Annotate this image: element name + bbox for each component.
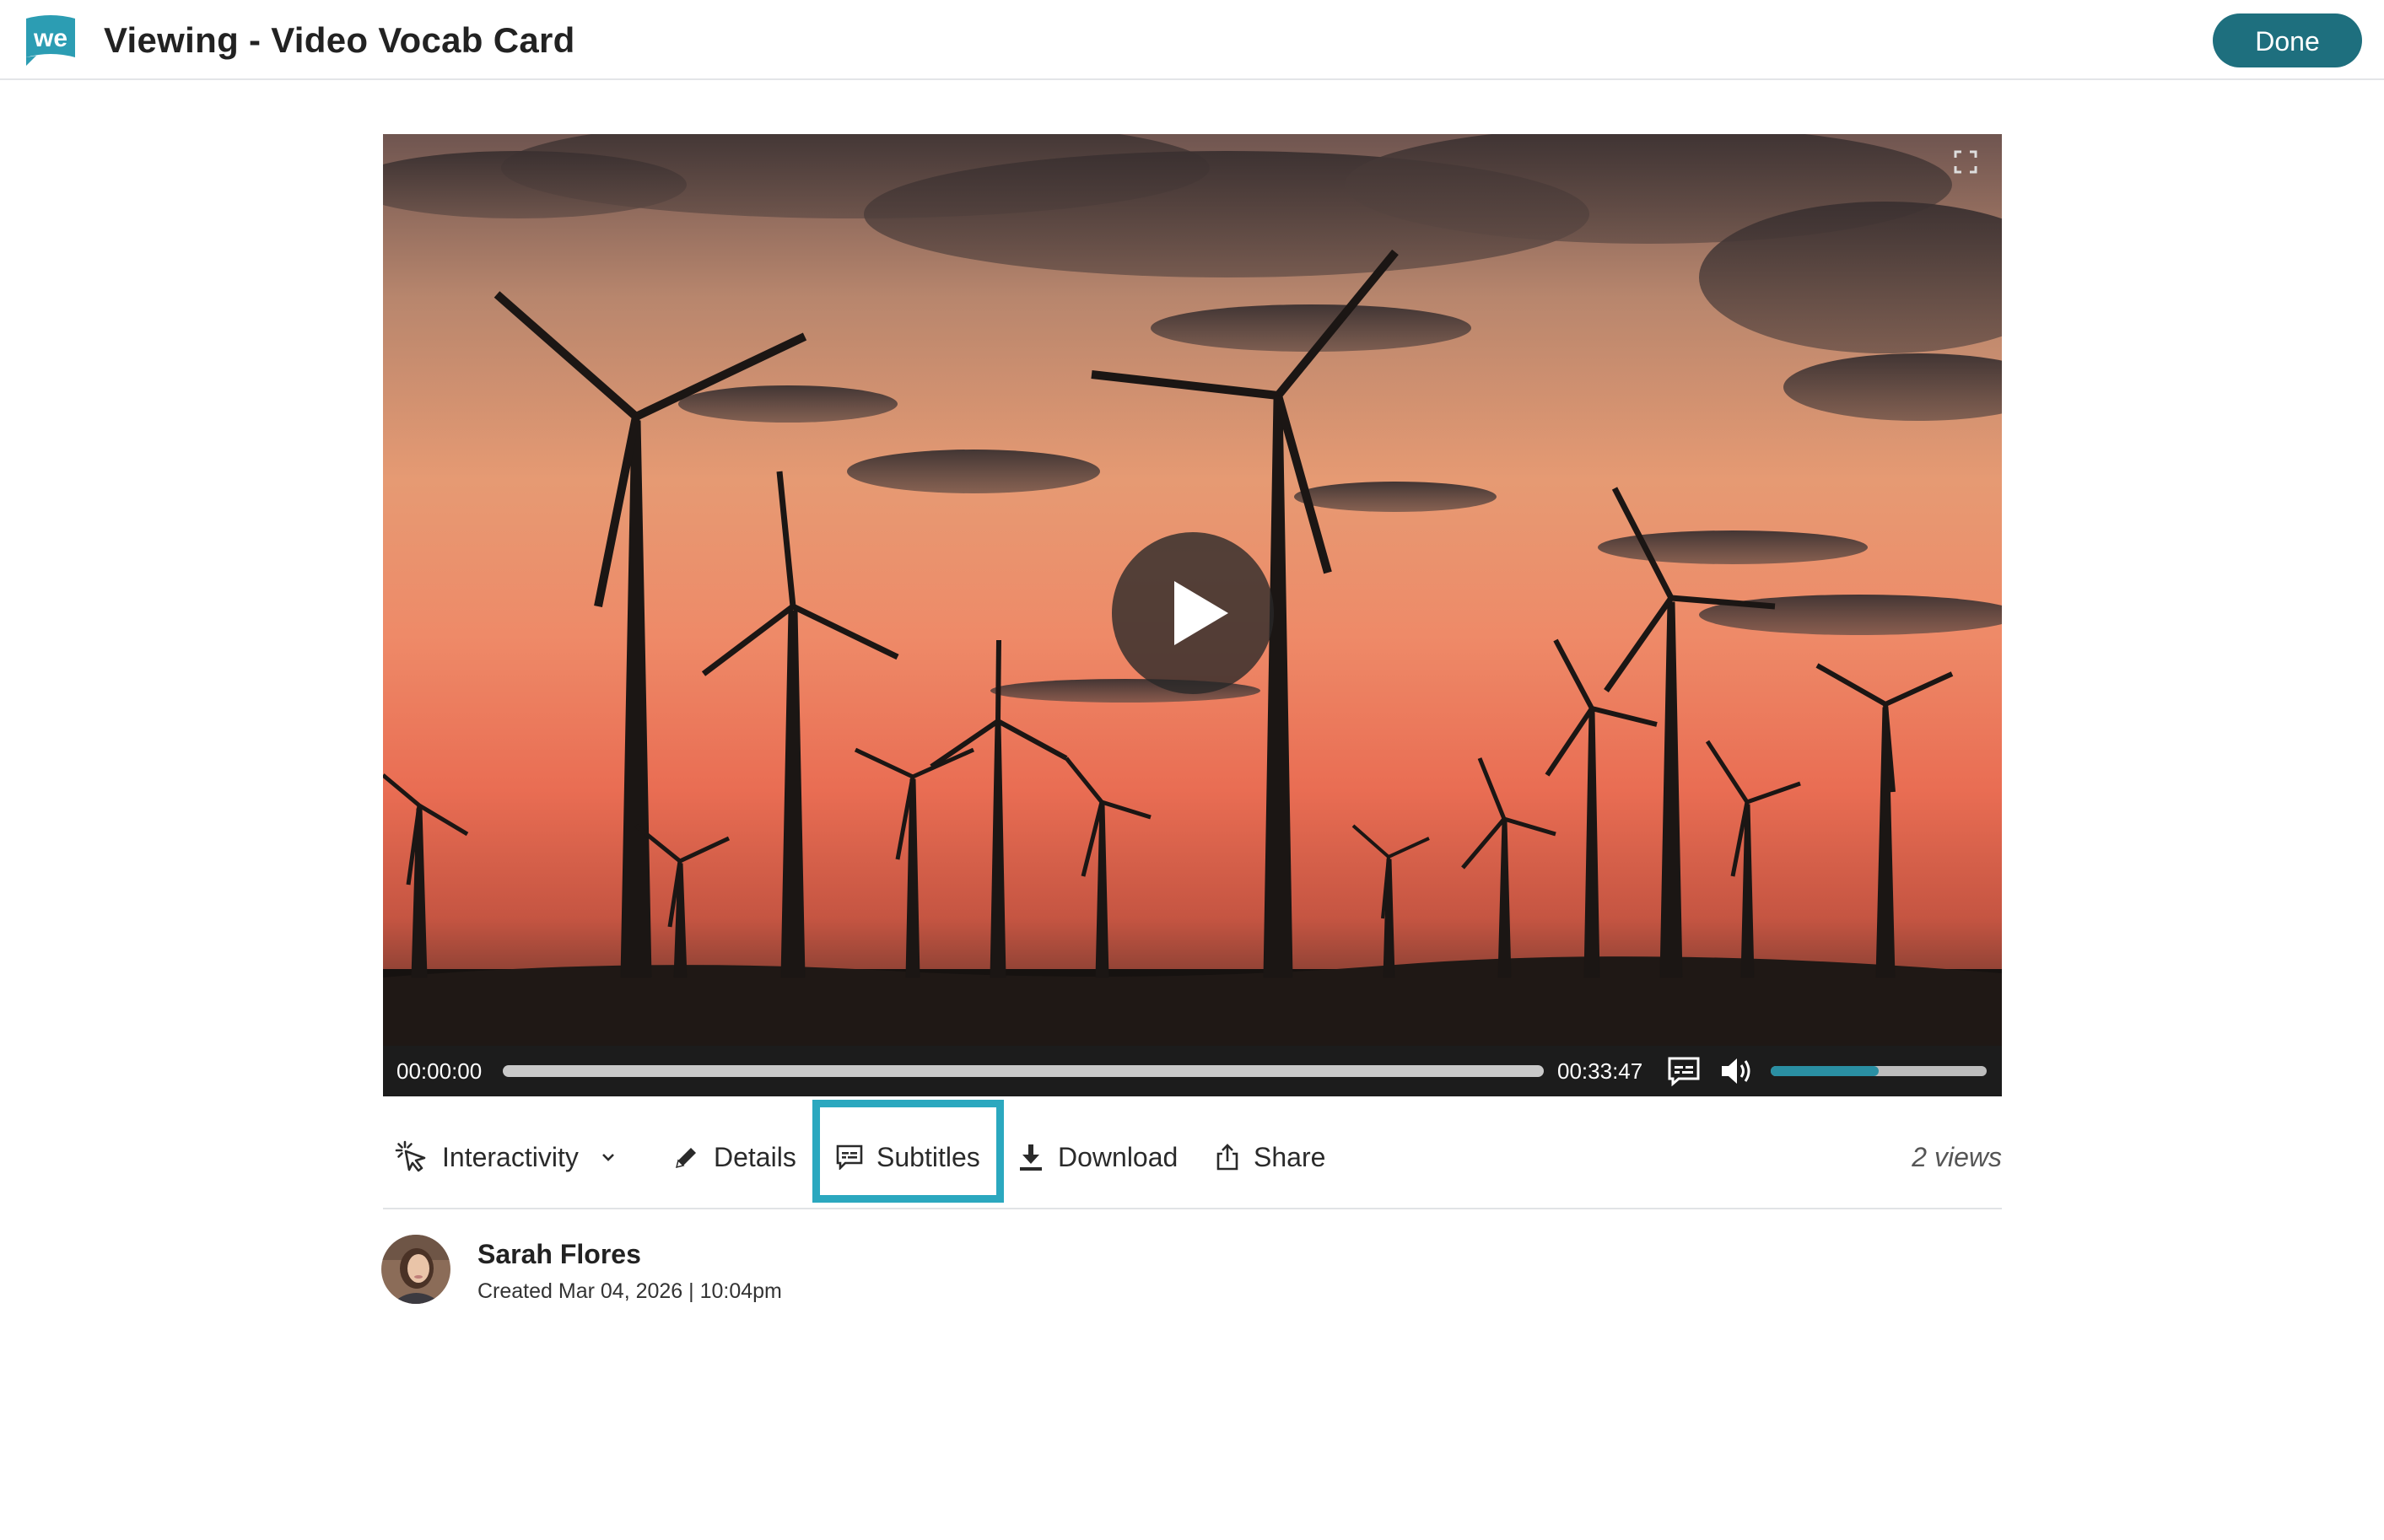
volume-level: [1771, 1066, 1879, 1076]
interactivity-dropdown[interactable]: Interactivity: [395, 1137, 616, 1177]
details-label: Details: [714, 1141, 796, 1172]
share-button[interactable]: Share: [1215, 1137, 1325, 1177]
cursor-click-icon: [395, 1140, 426, 1172]
view-count: 2 views: [1912, 1142, 2002, 1172]
done-button[interactable]: Done: [2213, 13, 2362, 67]
video-controls-bar: 00:00:00 00:33:47: [383, 1046, 2002, 1096]
logo-text: we: [33, 24, 67, 52]
subtitles-button[interactable]: Subtitles: [836, 1137, 980, 1177]
volume-icon[interactable]: [1719, 1055, 1755, 1087]
seek-bar[interactable]: [503, 1065, 1544, 1077]
current-time: 00:00:00: [396, 1058, 483, 1084]
chevron-down-icon: [601, 1154, 614, 1161]
pencil-icon: [675, 1148, 696, 1169]
divider: [383, 1208, 2002, 1209]
captions-icon[interactable]: [1667, 1056, 1701, 1086]
subtitles-icon: [836, 1144, 863, 1170]
share-icon: [1216, 1144, 1238, 1171]
fullscreen-icon[interactable]: [1953, 149, 1978, 175]
avatar[interactable]: [381, 1235, 450, 1304]
play-button[interactable]: [1112, 532, 1274, 694]
we-logo-icon[interactable]: we: [21, 13, 80, 67]
created-date: Created Mar 04, 2026 | 10:04pm: [477, 1279, 782, 1303]
subtitles-label: Subtitles: [876, 1141, 980, 1172]
author-name[interactable]: Sarah Flores: [477, 1237, 641, 1271]
details-button[interactable]: Details: [673, 1137, 796, 1177]
download-label: Download: [1058, 1141, 1179, 1172]
share-label: Share: [1254, 1141, 1326, 1172]
download-icon: [1020, 1144, 1042, 1171]
volume-slider[interactable]: [1771, 1066, 1987, 1076]
video-actions-toolbar: Interactivity Details Subtitles Download: [383, 1096, 2002, 1209]
total-duration: 00:33:47: [1557, 1058, 1643, 1084]
page-title: Viewing - Video Vocab Card: [104, 20, 575, 60]
interactivity-label: Interactivity: [442, 1141, 579, 1172]
top-bar: we Viewing - Video Vocab Card Done: [0, 0, 2384, 80]
video-player[interactable]: 00:00:00 00:33:47: [383, 134, 2002, 1096]
download-button[interactable]: Download: [1017, 1137, 1178, 1177]
play-icon: [1174, 581, 1228, 645]
